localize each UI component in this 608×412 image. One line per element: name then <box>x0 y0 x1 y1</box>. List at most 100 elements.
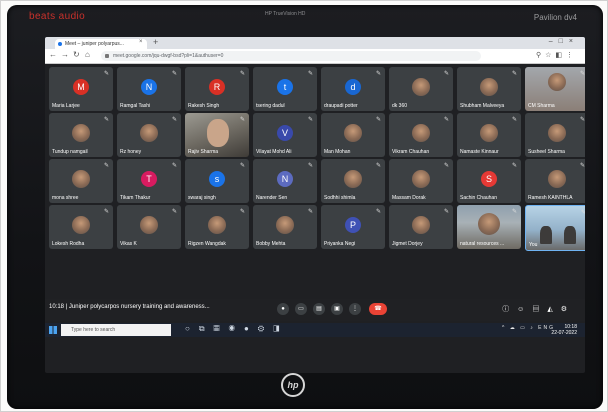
meet-side-icons[interactable]: ⓘ☺▤◭⚙ <box>502 304 575 314</box>
avatar-photo <box>548 170 566 188</box>
participant-tile[interactable]: S ✎ Sachin Chauhan <box>457 159 521 203</box>
mic-muted-icon: ✎ <box>103 71 109 77</box>
meet-control-bar: 10:18 | Juniper polycarpos nursery train… <box>45 299 585 321</box>
tab-title: Meet – juniper polyarpus... <box>65 41 124 47</box>
participant-tile[interactable]: ✎ Lokesh Rodha <box>49 205 113 249</box>
avatar-photo <box>72 170 90 188</box>
participant-tile[interactable]: ✎ Shubham Malveeya <box>457 67 521 111</box>
participant-tile[interactable]: ✎ Sodhhi shimla <box>321 159 385 203</box>
hp-logo: hp <box>281 373 305 397</box>
taskbar-search[interactable]: Type here to search <box>61 324 171 336</box>
participant-tile[interactable]: ✎ dk 360 <box>389 67 453 111</box>
participant-tile[interactable]: ✎ Man Mohan <box>321 113 385 157</box>
mic-button[interactable]: ● <box>277 303 289 315</box>
participant-name: Rz honey <box>120 149 142 155</box>
avatar: s <box>209 171 225 187</box>
forward-icon[interactable]: → <box>61 50 69 59</box>
participant-tile[interactable]: M ✎ Maria Larjee <box>49 67 113 111</box>
participant-tile[interactable]: N ✎ Ramgal Tashi <box>117 67 181 111</box>
participant-name: Vikas K <box>120 241 137 247</box>
participant-tile[interactable]: ✎ Bobby Mehta <box>253 205 317 249</box>
participant-tile[interactable]: ✎ mona shree <box>49 159 113 203</box>
avatar: M <box>73 79 89 95</box>
participant-name: Maria Larjee <box>52 103 80 109</box>
new-tab-icon[interactable]: + <box>153 37 158 47</box>
laptop-screen: Meet – juniper polyarpus... × + –□× ← → … <box>45 37 585 373</box>
participant-tile[interactable]: ✎ Rz honey <box>117 113 181 157</box>
present-button[interactable]: ▣ <box>331 303 343 315</box>
captions-button[interactable]: ▤ <box>313 303 325 315</box>
mic-muted-icon: ✎ <box>581 209 585 216</box>
participant-tile[interactable]: s ✎ swaraj singh <box>185 159 249 203</box>
participant-tile[interactable]: ✎ Ramesh KAINTHLA <box>525 159 585 203</box>
participant-tile[interactable]: ✎ Namaste Kinnaur <box>457 113 521 157</box>
participant-tile[interactable]: ✎ Vikas K <box>117 205 181 249</box>
participant-tile[interactable]: V ✎ Vilayat Mohd Ali <box>253 113 317 157</box>
window-controls[interactable]: –□× <box>549 38 579 45</box>
browser-extension-icons[interactable]: ⚲☆◧⋮ <box>536 51 577 59</box>
participant-video <box>540 226 552 244</box>
mic-muted-icon: ✎ <box>171 117 177 123</box>
address-bar[interactable]: meet.google.com/jqu-dwgf-bsd?pli=1&authu… <box>101 51 481 61</box>
participant-name: Sodhhi shimla <box>324 195 356 201</box>
participant-tile[interactable]: d ✎ draupadi potter <box>321 67 385 111</box>
avatar-photo <box>480 124 498 142</box>
participant-name: Priyanka Negi <box>324 241 356 247</box>
mic-muted-icon: ✎ <box>579 71 585 77</box>
windows-start-icon[interactable] <box>49 326 57 334</box>
participant-name: Ramgal Tashi <box>120 103 151 109</box>
mic-muted-icon: ✎ <box>579 117 585 123</box>
participant-tile[interactable]: ✎ Vikram Chauhan <box>389 113 453 157</box>
mic-muted-icon: ✎ <box>375 209 381 215</box>
mic-muted-icon: ✎ <box>171 163 177 169</box>
browser-tab[interactable]: Meet – juniper polyarpus... <box>55 39 147 49</box>
participant-tile[interactable]: ✎ Rigzen Wangdak <box>185 205 249 249</box>
avatar-photo <box>140 124 158 142</box>
taskbar-app-icons[interactable]: ○⧉▦◉●⚙◨ <box>185 324 288 334</box>
meeting-title: Juniper polycarpos nursery training and … <box>68 304 210 310</box>
webcam-label: HP TrueVision HD <box>265 11 306 17</box>
mic-muted-icon: ✎ <box>375 163 381 169</box>
back-icon[interactable]: ← <box>49 50 57 59</box>
participant-tile[interactable]: N ✎ Narender Sen <box>253 159 317 203</box>
participant-tile[interactable]: t ✎ tsering dadul <box>253 67 317 111</box>
participant-name: Vikram Chauhan <box>392 149 430 155</box>
participant-tile[interactable]: ✎ CM Sharma <box>525 67 585 111</box>
participant-tile[interactable]: ✎ Susheel Sharma <box>525 113 585 157</box>
mic-muted-icon: ✎ <box>443 117 449 123</box>
reload-icon[interactable]: ↻ <box>73 50 80 59</box>
leave-call-button[interactable]: ☎ <box>369 303 387 315</box>
mic-muted-icon: ✎ <box>511 163 517 169</box>
participant-name: natural resources ... <box>460 241 505 247</box>
taskbar-clock[interactable]: 10:18 22-07-2022 <box>551 324 577 336</box>
participant-tile[interactable]: R ✎ Rakesh Singh <box>185 67 249 111</box>
participant-tile[interactable]: ✎ Rajiv Sharma <box>185 113 249 157</box>
participant-video <box>548 73 566 91</box>
participant-tile[interactable]: T ✎ Tikam Thakur <box>117 159 181 203</box>
participant-video <box>564 226 576 244</box>
participant-tile[interactable]: ✎ Massam Dorak <box>389 159 453 203</box>
avatar-photo <box>548 124 566 142</box>
camera-button[interactable]: ▭ <box>295 303 307 315</box>
participant-tile[interactable]: P ✎ Priyanka Negi <box>321 205 385 249</box>
meet-favicon-icon <box>58 42 62 46</box>
participant-name: Ramesh KAINTHLA <box>528 195 573 201</box>
close-tab-icon[interactable]: × <box>139 39 143 45</box>
browser-toolbar: ← → ↻ ⌂ meet.google.com/jqu-dwgf-bsd?pli… <box>45 49 585 64</box>
participant-tile[interactable]: ✎ Jigmet Dorjey <box>389 205 453 249</box>
home-icon[interactable]: ⌂ <box>85 50 90 59</box>
avatar-photo <box>344 124 362 142</box>
participant-tile[interactable]: ✎ You <box>525 205 585 251</box>
mic-muted-icon: ✎ <box>307 209 313 215</box>
avatar-photo <box>276 216 294 234</box>
more-options-button[interactable]: ⋮ <box>349 303 361 315</box>
mic-muted-icon: ✎ <box>375 71 381 77</box>
mic-muted-icon: ✎ <box>511 71 517 77</box>
system-tray[interactable]: ^ ☁ ▭ ♪ ENG <box>502 325 555 331</box>
mic-muted-icon: ✎ <box>239 117 245 123</box>
participant-tile[interactable]: ✎ Tundup namgail <box>49 113 113 157</box>
participant-name: Massam Dorak <box>392 195 426 201</box>
mic-muted-icon: ✎ <box>239 209 245 215</box>
participant-tile[interactable]: ✎ natural resources ... <box>457 205 521 249</box>
avatar: P <box>345 217 361 233</box>
